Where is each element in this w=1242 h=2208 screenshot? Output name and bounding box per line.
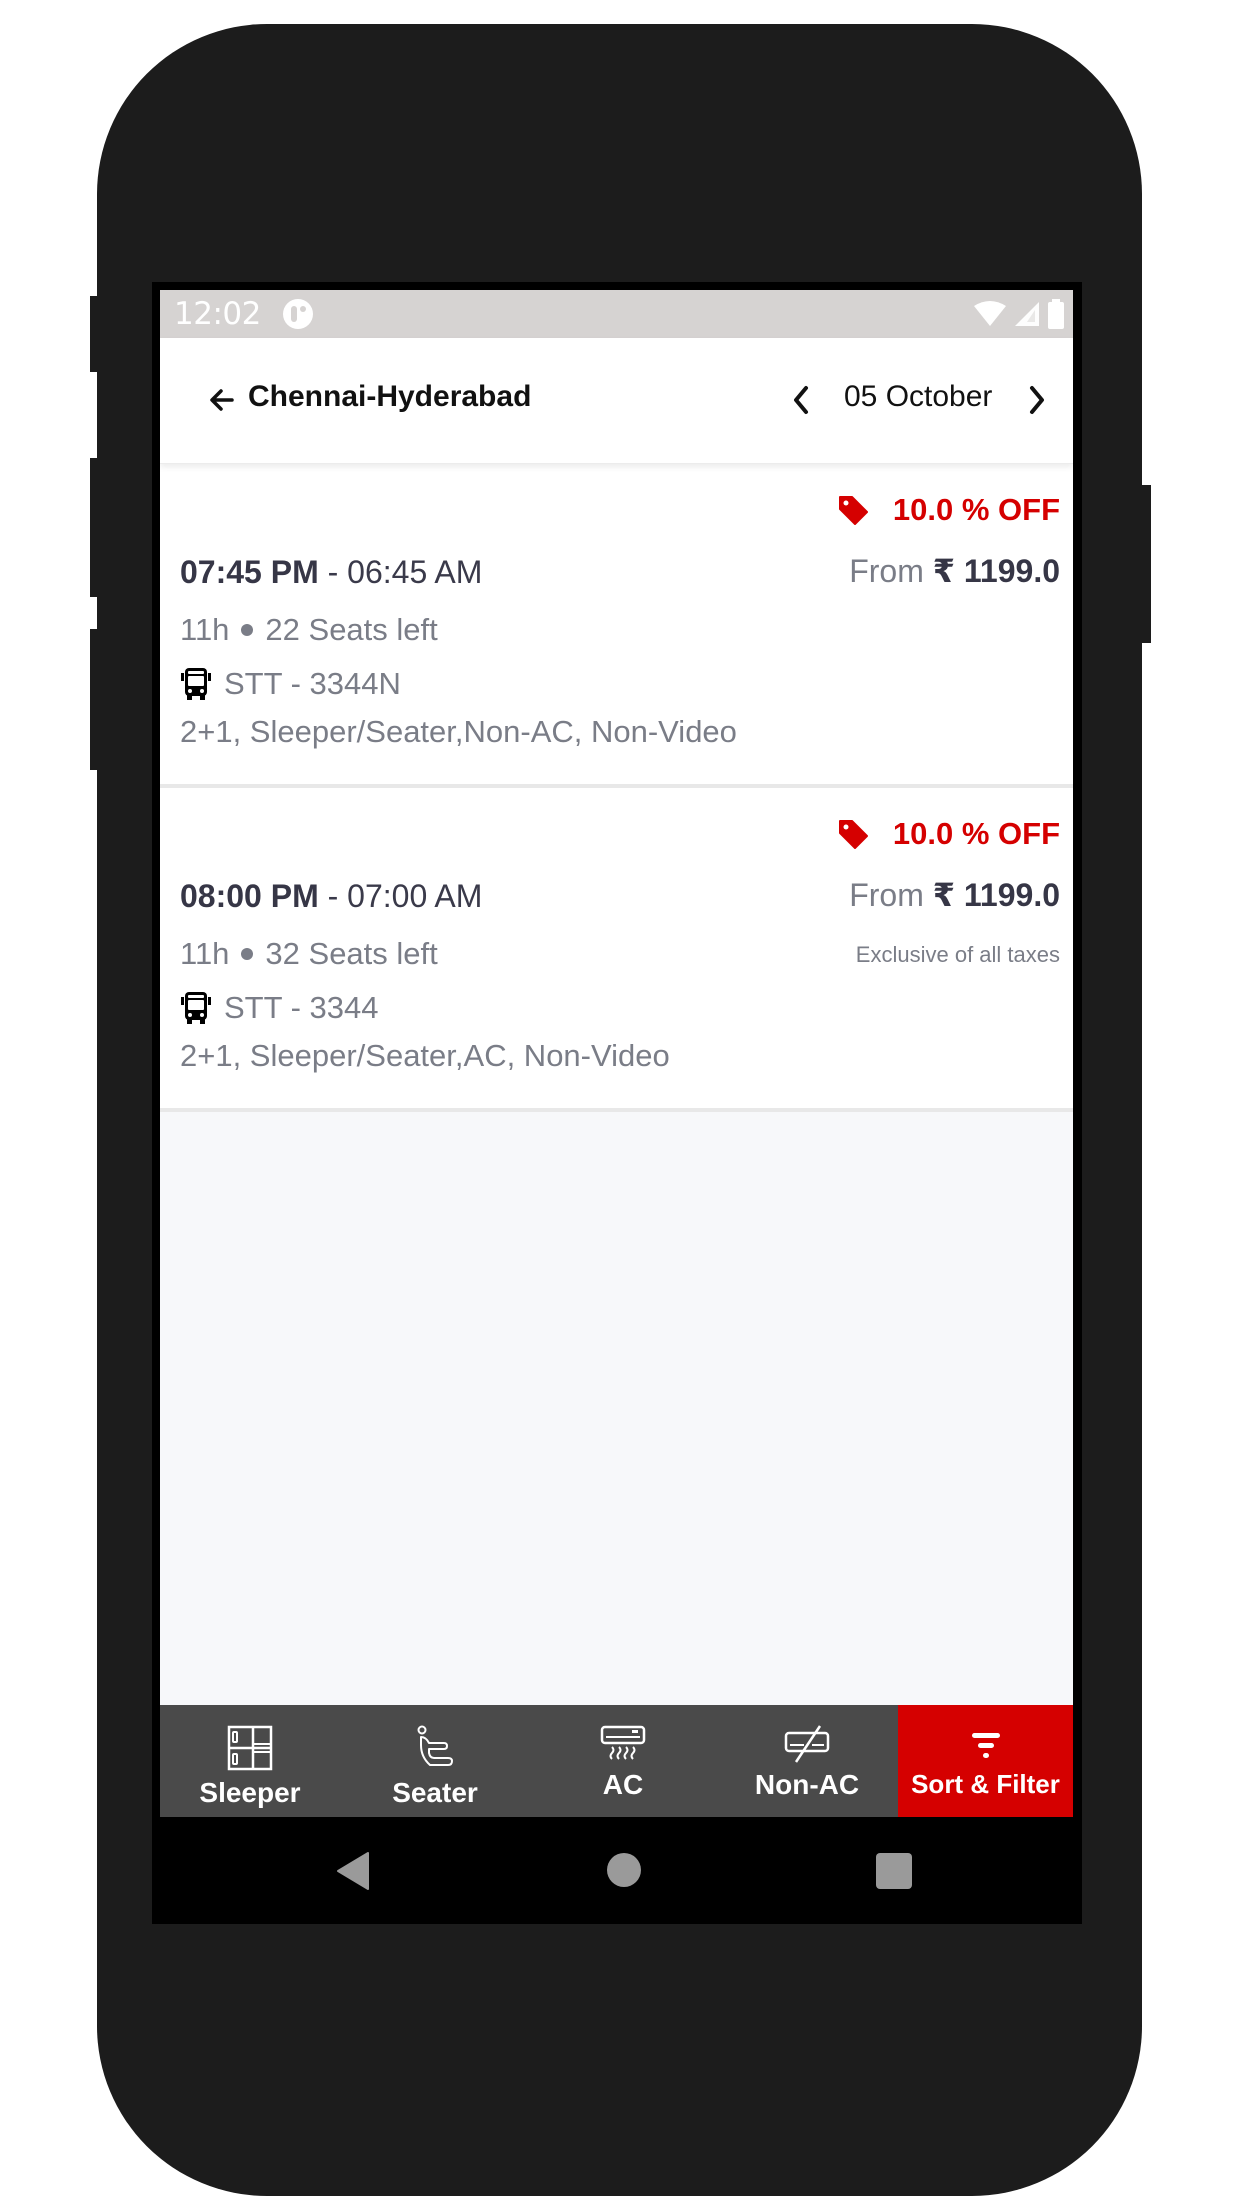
filter-sleeper-label: Sleeper [199,1777,301,1808]
arrival-time: 06:45 AM [347,554,483,590]
phone-side-button [90,296,98,372]
filter-non-ac-label: Non-AC [754,1769,860,1800]
system-recents-icon[interactable] [876,1853,912,1889]
sort-and-filter-button[interactable]: Sort & Filter [898,1705,1073,1817]
bus-operator: STT - 3344 [180,990,379,1026]
price-prefix: From [849,877,933,913]
discount-badge: 10.0 % OFF [837,816,1060,852]
wifi-icon [974,301,1006,326]
price-tag-icon [838,820,868,849]
bus-name: STT - 3344N [224,666,401,701]
fare: From ₹ 1199.0 [849,552,1060,590]
bus-features: 2+1, Sleeper/Seater,Non-AC, Non-Video [180,714,737,749]
arrival-time: 07:00 AM [347,878,483,914]
phone-volume-up-button [90,458,98,597]
app-header: Chennai-Hyderabad 05 October [160,338,1073,464]
trip-meta: 11h 32 Seats left [180,936,438,972]
filter-icon [971,1733,1000,1758]
time-separator: - [318,554,348,590]
filter-seater-button[interactable]: Seater [340,1705,530,1817]
duration: 11h [180,612,230,647]
filter-sleeper-button[interactable]: Sleeper [160,1705,340,1817]
discount-text: 10.0 % OFF [892,492,1060,527]
discount-text: 10.0 % OFF [892,816,1060,851]
discount-badge: 10.0 % OFF [837,492,1060,528]
bus-card[interactable]: 10.0 % OFF 07:45 PM - 06:45 AM From ₹ 11… [160,464,1073,788]
app-screen: 12:02 Chennai-Hyderabad 05 October 10.0 … [160,290,1073,1817]
sort-and-filter-label: Sort & Filter [911,1769,1060,1799]
filter-ac-label: AC [602,1769,644,1800]
bus-icon [181,992,211,1024]
seats-left: 22 Seats left [265,612,438,647]
fare: From ₹ 1199.0 [849,876,1060,914]
air-conditioner-icon [600,1725,646,1760]
phone-volume-down-button [90,629,98,770]
chevron-right-icon[interactable] [1018,380,1054,420]
phone-power-button [1141,485,1151,643]
bus-operator: STT - 3344N [180,666,401,702]
bus-list: 10.0 % OFF 07:45 PM - 06:45 AM From ₹ 11… [160,464,1073,1112]
system-home-icon[interactable] [607,1853,641,1887]
time-separator: - [318,878,348,914]
price-tag-icon [838,496,868,525]
arrow-left-icon[interactable] [204,382,240,418]
cellular-signal-icon [1015,302,1039,326]
duration: 11h [180,936,230,971]
separator-dot [241,948,254,960]
trip-meta: 11h 22 Seats left [180,612,438,648]
departure-time: 07:45 PM [180,554,319,590]
status-time: 12:02 [174,296,261,332]
bus-name: STT - 3344 [224,990,379,1025]
separator-dot [241,624,254,636]
system-back-icon[interactable] [336,1851,370,1891]
filter-ac-button[interactable]: AC [530,1705,716,1817]
app-notification-icon [283,299,313,329]
chevron-left-icon[interactable] [784,380,820,420]
departure-time: 08:00 PM [180,878,319,914]
route-title: Chennai-Hyderabad [248,380,532,413]
price-amount: ₹ 1199.0 [932,877,1060,913]
bus-card[interactable]: 10.0 % OFF 08:00 PM - 07:00 AM From ₹ 11… [160,788,1073,1112]
battery-icon [1048,299,1064,329]
journey-times: 07:45 PM - 06:45 AM [180,554,482,591]
bus-icon [181,668,211,700]
quick-filter-bar: Sleeper Seater AC Non-AC Sort & Filter [160,1705,1073,1817]
no-ac-icon [784,1725,830,1763]
journey-times: 08:00 PM - 07:00 AM [180,878,482,915]
bus-features: 2+1, Sleeper/Seater,AC, Non-Video [180,1038,670,1073]
status-bar: 12:02 [160,290,1073,338]
seats-left: 32 Seats left [265,936,438,971]
tax-note: Exclusive of all taxes [855,942,1060,967]
filter-seater-label: Seater [392,1777,478,1808]
price-amount: ₹ 1199.0 [932,553,1060,589]
travel-date[interactable]: 05 October [844,380,992,414]
filter-non-ac-button[interactable]: Non-AC [716,1705,898,1817]
system-navigation-bar [160,1817,1073,1923]
sleeper-berth-icon [227,1725,273,1771]
price-prefix: From [849,553,933,589]
seat-icon [417,1725,453,1766]
status-icons [973,298,1065,330]
